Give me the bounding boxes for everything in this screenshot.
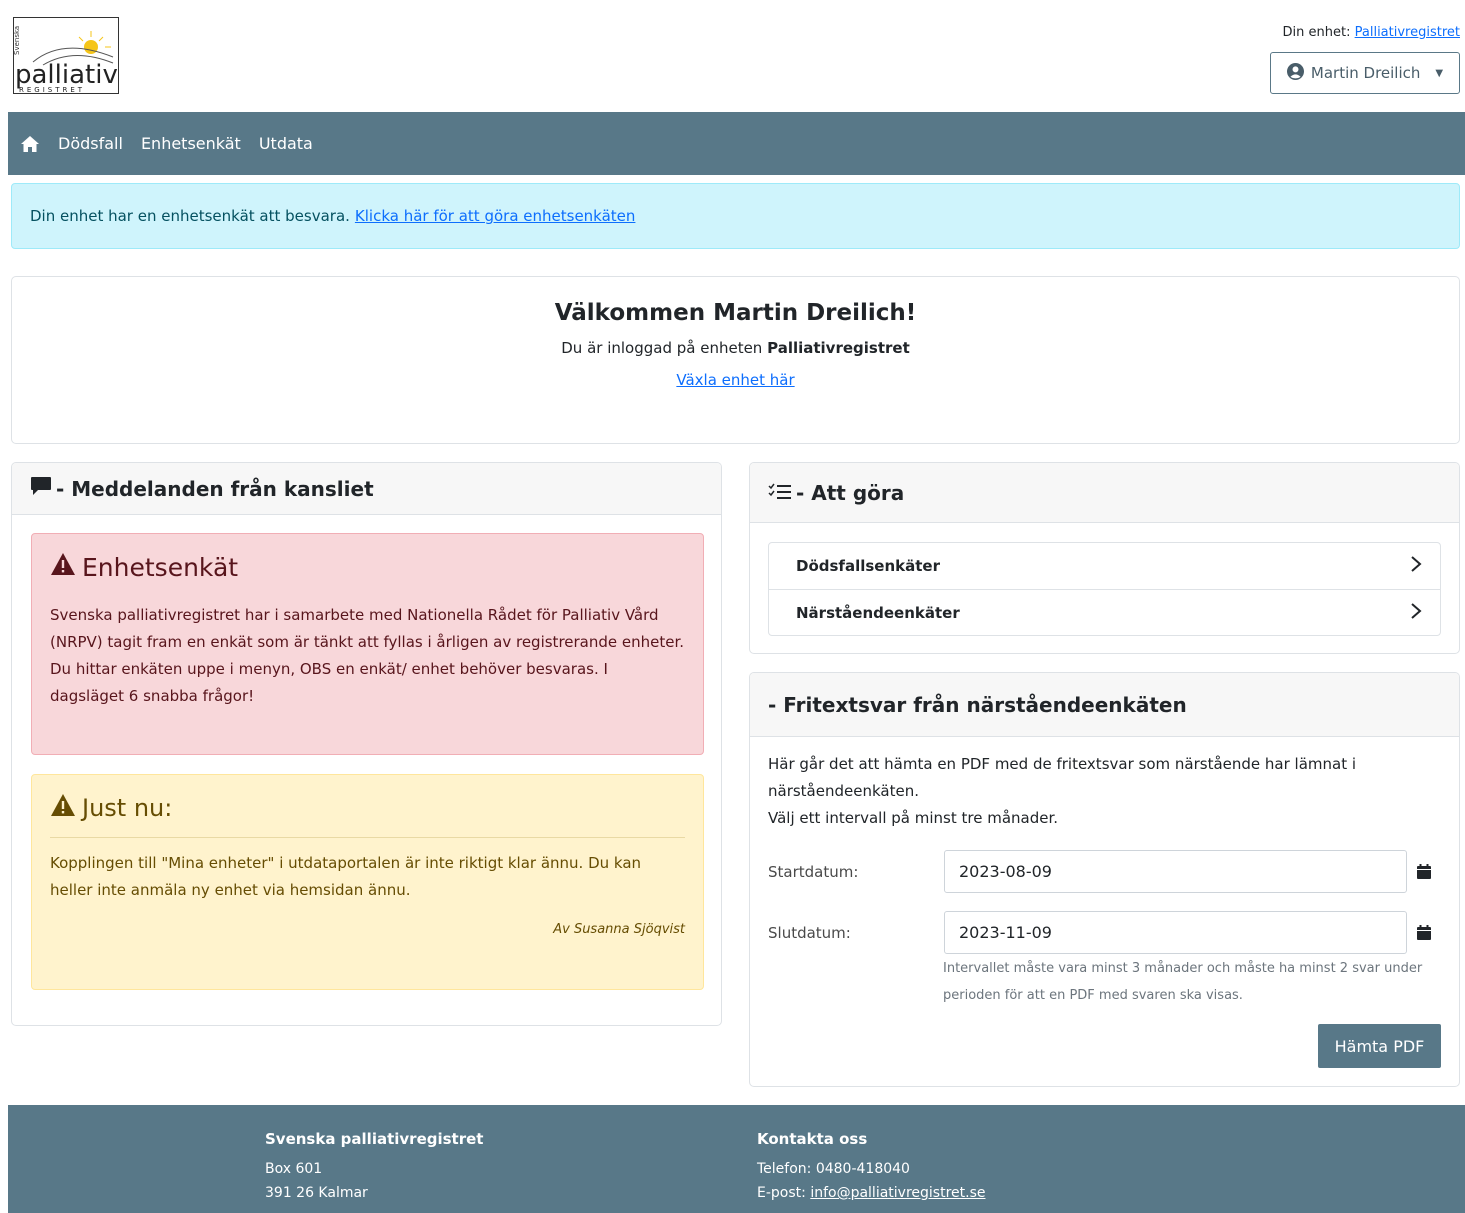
footer-email-link[interactable]: info@palliativregistret.se [810,1185,985,1201]
footer: Svenska palliativregistret Box 601 391 2… [8,1105,1465,1213]
end-date-input[interactable] [944,911,1407,954]
todo-card-header: - Att göra [750,463,1459,523]
top-header: Svenska palliativ REGISTRET Din enhet: P… [0,0,1465,112]
footer-phone-value: 0480-418040 [815,1161,910,1177]
fritext-card: - Fritextsvar från närståendeenkäten Här… [749,672,1460,1087]
welcome-unit: Palliativregistret [767,339,910,357]
fritext-card-header: - Fritextsvar från närståendeenkäten [750,673,1459,737]
nav-item-enhetsenkat[interactable]: Enhetsenkät [141,134,241,153]
main-navbar: Dödsfall Enhetsenkät Utdata [8,112,1465,175]
messages-card: - Meddelanden från kansliet Enhetsenkät … [11,462,722,1026]
messages-title: - Meddelanden från kansliet [56,476,374,501]
comment-icon [30,476,52,501]
nav-item-utdata[interactable]: Utdata [259,134,313,153]
todo-title: - Att göra [796,480,905,505]
download-pdf-button[interactable]: Hämta PDF [1318,1024,1441,1068]
welcome-title: Välkommen Martin Dreilich! [554,300,917,326]
fritext-description: Här går det att hämta en PDF med de frit… [768,751,1428,832]
message-author: Av Susanna Sjöqvist [553,922,685,937]
home-icon[interactable] [20,135,40,153]
switch-unit-link[interactable]: Växla enhet här [676,371,794,389]
fritext-desc1: Här går det att hämta en PDF med de frit… [768,755,1357,800]
welcome-sub: Du är inloggad på enheten Palliativregis… [12,339,1459,357]
message-just-nu: Just nu: Kopplingen till "Mina enheter" … [31,774,704,990]
warning-triangle-icon [50,552,76,582]
fritext-desc2: Välj ett intervall på minst tre månader. [768,809,1059,827]
footer-contact-title: Kontakta oss [757,1130,868,1148]
todo-list: Dödsfallsenkäter Närståendeenkäter [768,542,1441,636]
welcome-sub-prefix: Du är inloggad på enheten [561,339,763,357]
caret-down-icon: ▼ [1435,67,1444,79]
list-check-icon [768,481,792,505]
todo-card: - Att göra Dödsfallsenkäter Närståendeen… [749,462,1460,654]
welcome-card: Välkommen Martin Dreilich! Du är inlogga… [11,276,1460,444]
logo-sub-text: REGISTRET [19,86,85,94]
unit-label: Din enhet: [1282,25,1351,40]
date-help-text: Intervallet måste vara minst 3 månader o… [943,961,1423,1003]
unit-link[interactable]: Palliativregistret [1355,25,1460,40]
footer-phone: Telefon: 0480-418040 [757,1157,985,1181]
footer-org-line1: Box 601 [265,1161,323,1177]
user-name: Martin Dreilich [1310,64,1421,82]
todo-item-label: Dödsfallsenkäter [796,557,940,575]
footer-contact: Kontakta oss Telefon: 0480-418040 E-post… [757,1127,985,1205]
user-circle-icon [1286,62,1304,84]
nav-item-dodsfall[interactable]: Dödsfall [58,134,123,153]
logo[interactable]: Svenska palliativ REGISTRET [13,17,121,95]
messages-card-header: - Meddelanden från kansliet [12,463,721,515]
message-danger-title: Enhetsenkät [82,552,239,582]
footer-phone-label: Telefon: [757,1161,812,1177]
fritext-title: - Fritextsvar från närståendeenkäten [768,692,1187,717]
unit-line: Din enhet: Palliativregistret [1283,25,1460,40]
message-enhetsenkat: Enhetsenkät Svenska palliativregistret h… [31,533,704,755]
logo-graphic: Svenska palliativ REGISTRET [13,17,119,94]
alert-text: Din enhet har en enhetsenkät att besvara… [30,207,350,225]
start-date-row: Startdatum: [768,850,1448,893]
footer-email-label: E-post: [757,1185,806,1201]
chevron-right-icon [1410,555,1422,577]
todo-item-dodsfallsenkater[interactable]: Dödsfallsenkäter [769,543,1440,589]
todo-item-label: Närståendeenkäter [796,603,960,622]
message-warning-title: Just nu: [82,794,173,822]
start-date-label: Startdatum: [768,862,859,881]
chevron-right-icon [1410,602,1422,624]
calendar-icon[interactable] [1417,864,1431,879]
warning-triangle-icon [50,793,76,823]
message-warning-body: Kopplingen till "Mina enheter" i utdatap… [50,854,642,899]
todo-item-narstaendeenkater[interactable]: Närståendeenkäter [769,589,1440,635]
footer-org-title: Svenska palliativregistret [265,1130,484,1148]
message-danger-body: Svenska palliativregistret har i samarbe… [50,606,685,705]
calendar-icon[interactable] [1417,925,1431,940]
end-date-label: Slutdatum: [768,923,851,942]
alert-link[interactable]: Klicka här för att göra enhetsenkäten [355,207,636,225]
logo-top-text: Svenska [13,26,21,55]
info-alert: Din enhet har en enhetsenkät att besvara… [11,183,1460,249]
footer-email: E-post: info@palliativregistret.se [757,1181,985,1205]
end-date-row: Slutdatum: [768,911,1448,954]
footer-org-line2: 391 26 Kalmar [265,1185,368,1201]
start-date-input[interactable] [944,850,1407,893]
user-menu-button[interactable]: Martin Dreilich ▼ [1270,52,1460,94]
footer-org: Svenska palliativregistret Box 601 391 2… [265,1127,483,1205]
